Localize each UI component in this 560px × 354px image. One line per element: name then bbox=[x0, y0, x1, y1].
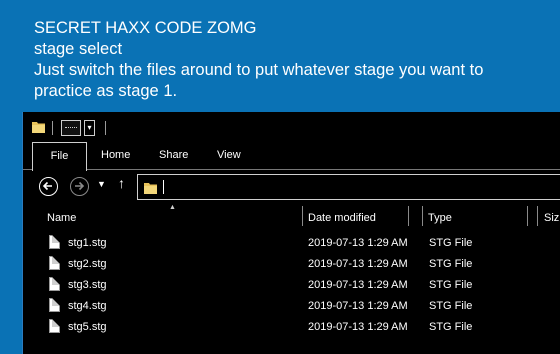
file-row[interactable]: stg5.stg 2019-07-13 1:29 AM STG File bbox=[23, 318, 560, 338]
caption-text: SECRET HAXX CODE ZOMG stage select Just … bbox=[34, 18, 554, 102]
file-date-modified: 2019-07-13 1:29 AM bbox=[308, 279, 408, 291]
folder-icon bbox=[144, 181, 157, 194]
folder-icon bbox=[32, 120, 45, 133]
caption-title: SECRET HAXX CODE ZOMG bbox=[34, 19, 257, 37]
caption-instruction-line1: Just switch the files around to put what… bbox=[34, 61, 484, 79]
file-icon bbox=[49, 298, 60, 312]
column-header-type[interactable]: Type bbox=[428, 210, 452, 226]
file-type: STG File bbox=[429, 300, 473, 312]
file-row[interactable]: stg3.stg 2019-07-13 1:29 AM STG File bbox=[23, 276, 560, 296]
column-divider[interactable] bbox=[422, 206, 423, 226]
column-header-name[interactable]: Name bbox=[47, 210, 76, 226]
toolbar-divider bbox=[52, 121, 53, 135]
recent-locations-dropdown[interactable]: ▼ bbox=[97, 179, 106, 189]
column-divider[interactable] bbox=[537, 206, 538, 226]
file-name: stg1.stg bbox=[68, 237, 107, 249]
file-type: STG File bbox=[429, 321, 473, 333]
quick-access-toolbar: ▾ bbox=[23, 112, 560, 142]
column-headers: ▲ Name Date modified Type Siz bbox=[23, 204, 560, 226]
file-icon bbox=[49, 256, 60, 270]
file-icon bbox=[49, 319, 60, 333]
file-row[interactable]: stg1.stg 2019-07-13 1:29 AM STG File bbox=[23, 234, 560, 254]
ribbon-tabs: File Home Share View bbox=[23, 142, 560, 171]
column-divider[interactable] bbox=[302, 206, 303, 226]
tab-file[interactable]: File bbox=[32, 142, 87, 171]
file-date-modified: 2019-07-13 1:29 AM bbox=[308, 258, 408, 270]
caption-subtitle: stage select bbox=[34, 40, 123, 58]
file-explorer-window: ▾ File Home Share View ▼ ↑ ▲ Name Date m… bbox=[22, 112, 560, 354]
column-header-size[interactable]: Siz bbox=[544, 210, 559, 226]
file-name: stg5.stg bbox=[68, 321, 107, 333]
up-arrow-icon[interactable]: ↑ bbox=[118, 175, 125, 191]
back-arrow-icon[interactable] bbox=[39, 177, 58, 196]
file-date-modified: 2019-07-13 1:29 AM bbox=[308, 321, 408, 333]
caption-instruction-line2: practice as stage 1. bbox=[34, 82, 178, 100]
file-type: STG File bbox=[429, 258, 473, 270]
toolbar-divider bbox=[105, 121, 106, 135]
column-divider[interactable] bbox=[408, 206, 409, 226]
file-name: stg3.stg bbox=[68, 279, 107, 291]
tab-view[interactable]: View bbox=[217, 142, 241, 170]
column-divider[interactable] bbox=[527, 206, 528, 226]
forward-arrow-icon[interactable] bbox=[70, 177, 89, 196]
tab-home[interactable]: Home bbox=[101, 142, 130, 170]
file-date-modified: 2019-07-13 1:29 AM bbox=[308, 237, 408, 249]
file-name: stg2.stg bbox=[68, 258, 107, 270]
file-type: STG File bbox=[429, 237, 473, 249]
file-icon bbox=[49, 235, 60, 249]
address-text-caret bbox=[163, 180, 164, 194]
sort-ascending-icon: ▲ bbox=[169, 204, 176, 211]
file-icon bbox=[49, 277, 60, 291]
address-bar[interactable] bbox=[137, 174, 560, 200]
tab-share[interactable]: Share bbox=[159, 142, 188, 170]
column-header-date-modified[interactable]: Date modified bbox=[308, 210, 376, 226]
file-row[interactable]: stg4.stg 2019-07-13 1:29 AM STG File bbox=[23, 297, 560, 317]
file-name: stg4.stg bbox=[68, 300, 107, 312]
properties-icon[interactable] bbox=[61, 120, 81, 136]
file-type: STG File bbox=[429, 279, 473, 291]
customize-toolbar-dropdown[interactable]: ▾ bbox=[84, 120, 95, 136]
navigation-bar: ▼ ↑ bbox=[23, 170, 560, 204]
file-row[interactable]: stg2.stg 2019-07-13 1:29 AM STG File bbox=[23, 255, 560, 275]
file-date-modified: 2019-07-13 1:29 AM bbox=[308, 300, 408, 312]
